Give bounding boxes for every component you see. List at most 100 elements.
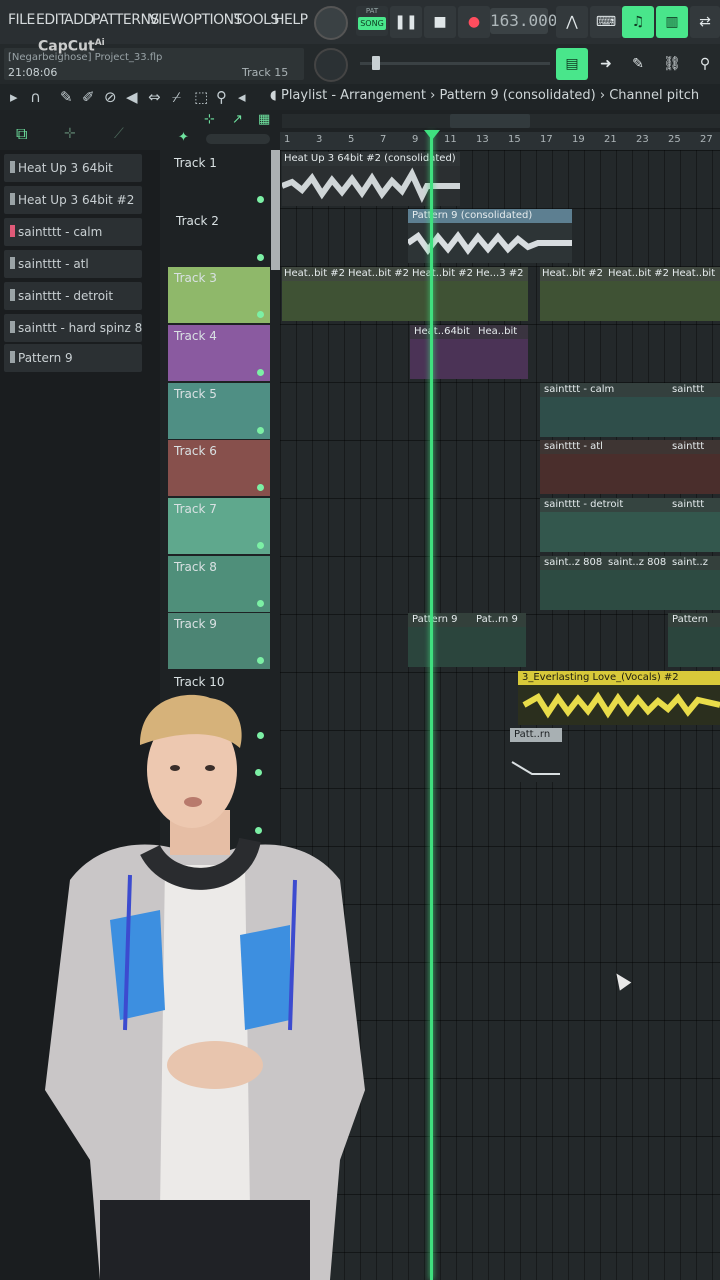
menu-view[interactable]: VIEW (149, 12, 184, 28)
master-volume-knob[interactable] (314, 6, 348, 40)
track-led[interactable] (257, 369, 264, 376)
picker-item[interactable]: Heat Up 3 64bit (4, 154, 142, 182)
tempo-display[interactable]: 163.000 (490, 8, 557, 34)
mute-tool-icon[interactable]: ◀ (126, 88, 138, 106)
record-button[interactable]: ● (458, 6, 490, 38)
menu-add[interactable]: ADD (64, 12, 94, 28)
breadcrumb-pattern[interactable]: Pattern 9 (consolidated) (439, 88, 595, 103)
pat-song-toggle[interactable]: PAT SONG (356, 6, 388, 36)
playback-icon[interactable]: ◂ (238, 88, 246, 106)
clip-label: Heat..bit #2 (412, 268, 474, 279)
watermark-suffix: Ai (94, 38, 105, 48)
slice-icon[interactable]: ⌿ (172, 88, 181, 106)
clip-label: Heat..64bit (414, 326, 470, 337)
track-header[interactable]: Track 4 (168, 325, 270, 381)
menu-help[interactable]: HELP (274, 12, 308, 28)
zoom-slider[interactable] (206, 134, 270, 144)
track-led[interactable] (257, 311, 264, 318)
delete-icon[interactable]: ⊘ (104, 88, 117, 106)
play-arrow-icon[interactable]: ▸ (10, 88, 18, 106)
track-led[interactable] (257, 542, 264, 549)
pencil-tool-icon[interactable]: ✎ (60, 88, 73, 106)
zoom-icon[interactable]: ⚲ (216, 88, 227, 106)
breadcrumb-playlist[interactable]: Playlist - Arrangement (281, 88, 426, 103)
track-name: Track 6 (174, 444, 217, 458)
track-led[interactable] (257, 600, 264, 607)
select-icon[interactable]: ⬚ (194, 88, 208, 106)
picker-item[interactable]: saintttt - calm (4, 218, 142, 246)
picker-item-label: Pattern 9 (18, 351, 73, 365)
track-header[interactable]: Track 2 (168, 210, 270, 266)
picker-item[interactable]: sainttt - hard spinz 808 (4, 314, 142, 342)
ruler-bar: 19 (572, 134, 585, 145)
waveform (282, 167, 460, 203)
picker-item[interactable]: Heat Up 3 64bit #2 (4, 186, 142, 214)
wave-icon: ⋀ (566, 14, 578, 30)
track-header[interactable]: Track 7 (168, 498, 270, 554)
move-icon[interactable]: ✛ (64, 126, 76, 142)
ruler-bar: 5 (348, 134, 355, 145)
picker-item[interactable]: saintttt - detroit (4, 282, 142, 310)
pause-icon: ❚❚ (394, 14, 418, 30)
capcut-watermark: CapCutAi (38, 38, 105, 55)
breadcrumb-channel-pitch[interactable]: Channel pitch (609, 88, 699, 103)
piano-roll-button[interactable]: ▥ (656, 6, 688, 38)
slip-icon[interactable]: ⇔ (148, 88, 161, 106)
channel-icon (10, 257, 15, 269)
track-name: Track 4 (174, 329, 217, 343)
track-header[interactable]: Track 8 (168, 556, 270, 612)
track-led[interactable] (257, 196, 264, 203)
pause-button[interactable]: ❚❚ (390, 6, 422, 38)
presenter-video-overlay (45, 694, 365, 1280)
mixer-button[interactable]: ✎ (622, 48, 654, 80)
playlist-button[interactable]: ▤ (556, 48, 588, 80)
stop-button[interactable]: ■ (424, 6, 456, 38)
pattern-icon (10, 351, 15, 363)
clip-label: sainttt (672, 499, 705, 510)
track-led[interactable] (257, 657, 264, 664)
picker-item[interactable]: Pattern 9 (4, 344, 142, 372)
ruler-bar: 27 (700, 134, 713, 145)
track-led[interactable] (257, 484, 264, 491)
scrollbar-thumb[interactable] (450, 114, 530, 128)
add-track-icon[interactable]: ✦ (178, 130, 189, 145)
ruler-bar: 13 (476, 134, 489, 145)
playhead[interactable] (430, 132, 433, 1280)
channel-rack-button[interactable]: ➜ (590, 48, 622, 80)
browser-button[interactable]: ⇄ (690, 6, 720, 38)
track-led[interactable] (257, 427, 264, 434)
grid-icon[interactable]: ▦ (258, 112, 270, 127)
snap-icon[interactable]: ⊹ (204, 112, 215, 127)
magnet-icon[interactable]: ∩ (30, 88, 41, 106)
track-led[interactable] (257, 254, 264, 261)
picker-item[interactable]: saintttt - atl (4, 250, 142, 278)
position-slider[interactable] (360, 62, 550, 65)
step-edit-button[interactable]: ♫ (622, 6, 654, 38)
plugin-button[interactable]: ⚲ (690, 48, 720, 80)
track-header[interactable]: Track 6 (168, 440, 270, 496)
track-header[interactable]: Track 9 (168, 613, 270, 669)
link-button[interactable]: ⛓ (656, 48, 688, 80)
menu-file[interactable]: FILE (8, 12, 35, 28)
pattern-picker-icon[interactable]: ⧉ (16, 124, 27, 144)
ruler-bar: 15 (508, 134, 521, 145)
typing-keyboard-button[interactable]: ⌨ (590, 6, 622, 38)
track-header[interactable]: Track 5 (168, 383, 270, 439)
menu-tools[interactable]: TOOLS (234, 12, 279, 28)
channel-icon (10, 193, 15, 205)
brush-icon[interactable]: ✐ (82, 88, 95, 106)
track-header[interactable]: Track 1 (168, 152, 270, 208)
time-ruler[interactable] (280, 132, 720, 150)
curve-icon[interactable]: ↗ (232, 112, 243, 127)
master-pitch-knob[interactable] (314, 48, 348, 82)
ruler-bar: 23 (636, 134, 649, 145)
menu-edit[interactable]: EDIT (36, 12, 67, 28)
wand-icon[interactable]: ⟋ (114, 126, 124, 142)
vertical-scrollbar[interactable] (271, 150, 280, 270)
track-header[interactable]: Track 3 (168, 267, 270, 323)
clip-label: saint..z 808 (608, 557, 667, 568)
breadcrumb-sep: › (430, 88, 436, 103)
position-slider-handle[interactable] (372, 56, 380, 70)
metronome-button[interactable]: ⋀ (556, 6, 588, 38)
playhead-marker[interactable] (424, 130, 440, 140)
